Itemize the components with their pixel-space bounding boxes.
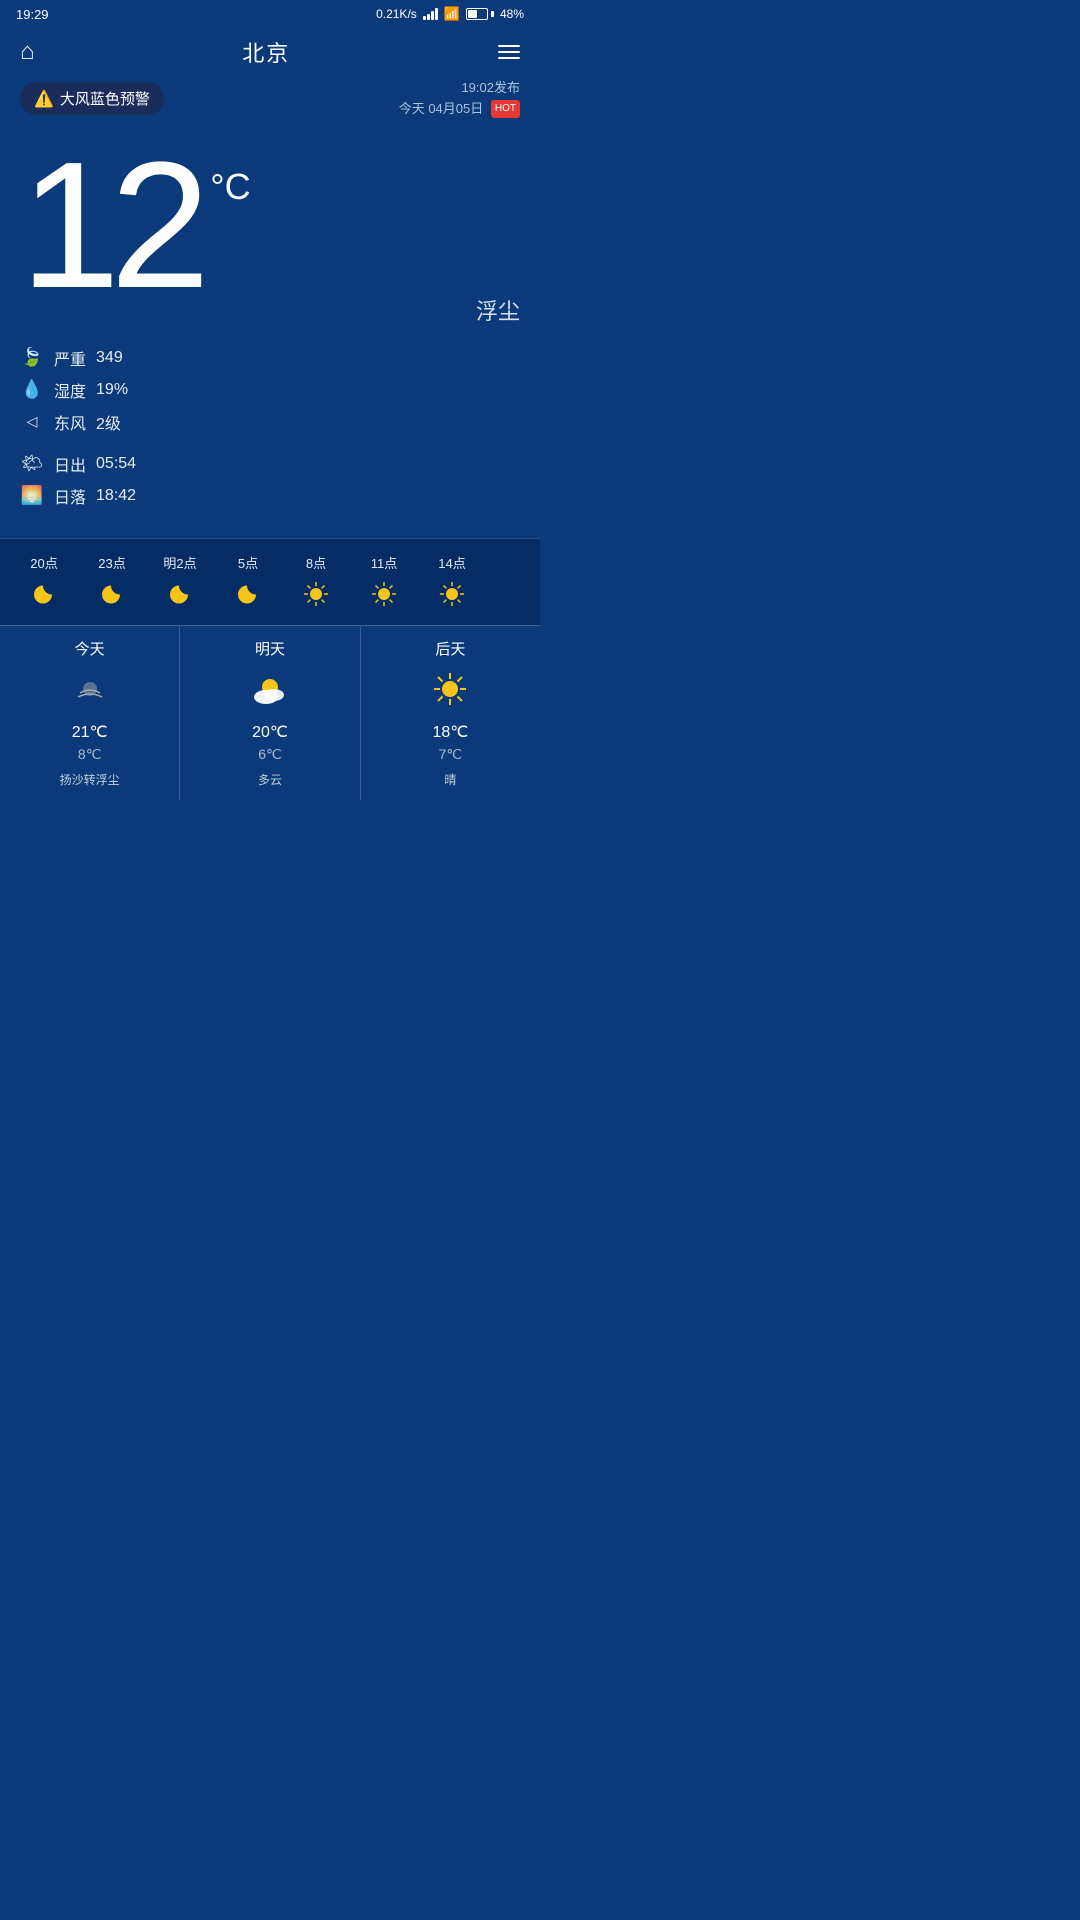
home-icon[interactable]: ⌂ xyxy=(20,38,35,66)
sun-icon xyxy=(370,580,398,611)
battery-percent: 48% xyxy=(500,7,524,21)
wind-row: ◁ 东风 2级 xyxy=(20,410,520,434)
daily-condition: 扬沙转浮尘 xyxy=(60,771,120,788)
humidity-value: 19% xyxy=(96,381,128,399)
moon-icon xyxy=(30,580,58,611)
humidity-icon: 💧 xyxy=(20,379,44,400)
sunset-icon: 🌅 xyxy=(20,485,44,506)
weather-stats: 🍃 严重 349 💧 湿度 19% ◁ 东风 2级 🌤 日出 05:54 🌅 日… xyxy=(0,316,540,518)
hourly-item: 11点 xyxy=(350,553,418,611)
status-time: 19:29 xyxy=(16,7,49,22)
weather-condition: 浮尘 xyxy=(476,294,520,326)
hourly-item: 20点 xyxy=(10,553,78,611)
hourly-item: 23点 xyxy=(78,553,146,611)
partly-cloudy-icon xyxy=(250,671,290,714)
alert-text: 大风蓝色预警 xyxy=(60,88,150,109)
leaf-icon: 🍃 xyxy=(20,347,44,368)
wifi-icon: 📶 xyxy=(444,6,460,22)
sunset-label: 日落 xyxy=(54,484,86,508)
aqi-label: 严重 xyxy=(54,346,86,370)
alert-badge[interactable]: ⚠️ 大风蓝色预警 xyxy=(20,82,164,115)
aqi-value: 349 xyxy=(96,349,123,367)
city-name: 北京 xyxy=(242,36,290,68)
humidity-row: 💧 湿度 19% xyxy=(20,378,520,402)
hot-badge: HOT xyxy=(491,100,520,118)
wind-icon: ◁ xyxy=(20,413,44,430)
sun-icon xyxy=(438,580,466,611)
hourly-time: 14点 xyxy=(438,553,465,572)
sun-icon xyxy=(302,580,330,611)
publish-time: 19:02发布 xyxy=(399,78,520,99)
moon-icon xyxy=(234,580,262,611)
daily-hi-temp: 20℃ xyxy=(252,722,288,742)
hourly-item: 明2点 xyxy=(146,553,214,611)
daily-condition: 晴 xyxy=(444,771,456,788)
daily-day-label: 今天 xyxy=(75,638,105,659)
sunrise-label: 日出 xyxy=(54,452,86,476)
hourly-item: 14点 xyxy=(418,553,486,611)
daily-lo-temp: 8℃ xyxy=(78,746,102,763)
sunrise-time: 05:54 xyxy=(96,455,136,473)
status-bar: 19:29 0.21K/s 📶 48% xyxy=(0,0,540,28)
hourly-item: 8点 xyxy=(282,553,350,611)
signal-icon xyxy=(423,8,438,20)
battery-icon xyxy=(466,8,494,20)
network-speed: 0.21K/s xyxy=(376,7,417,21)
alert-info: 19:02发布 今天 04月05日 HOT xyxy=(399,78,520,120)
sunset-time: 18:42 xyxy=(96,487,136,505)
alert-bar: ⚠️ 大风蓝色预警 19:02发布 今天 04月05日 HOT xyxy=(0,72,540,126)
moon-icon xyxy=(98,580,126,611)
hourly-item: 5点 xyxy=(214,553,282,611)
aqi-row: 🍃 严重 349 xyxy=(20,346,520,370)
hourly-time: 8点 xyxy=(306,553,326,572)
daily-item: 后天 18℃ 7℃ 晴 xyxy=(361,626,540,800)
daily-hi-temp: 21℃ xyxy=(72,722,108,742)
daily-lo-temp: 7℃ xyxy=(439,746,463,763)
hourly-forecast: 20点 23点 明2点 5点 8点 11点 14点 xyxy=(0,538,540,625)
sunrise-row: 🌤 日出 05:54 xyxy=(20,452,520,476)
main-temperature-area: 12 °C 浮尘 xyxy=(0,126,540,316)
warning-icon: ⚠️ xyxy=(34,89,54,109)
wind-level: 2级 xyxy=(96,410,121,434)
daily-item: 今天 21℃ 8℃ 扬沙转浮尘 xyxy=(0,626,180,800)
temperature-unit: °C xyxy=(210,166,250,208)
daily-lo-temp: 6℃ xyxy=(258,746,282,763)
daily-hi-temp: 18℃ xyxy=(432,722,468,742)
daily-forecast: 今天 21℃ 8℃ 扬沙转浮尘 明天 20℃ 6℃ 多云 后天 18℃ 7℃ 晴 xyxy=(0,625,540,800)
humidity-label: 湿度 xyxy=(54,378,86,402)
daily-item: 明天 20℃ 6℃ 多云 xyxy=(180,626,360,800)
hourly-time: 5点 xyxy=(238,553,258,572)
hourly-time: 20点 xyxy=(30,553,57,572)
daily-day-label: 明天 xyxy=(255,638,285,659)
hourly-time: 明2点 xyxy=(163,553,196,572)
hourly-scroll[interactable]: 20点 23点 明2点 5点 8点 11点 14点 xyxy=(0,539,540,625)
sunset-row: 🌅 日落 18:42 xyxy=(20,484,520,508)
temperature-value: 12 xyxy=(20,136,200,316)
dusty-icon xyxy=(72,671,108,714)
moon-icon xyxy=(166,580,194,611)
daily-condition: 多云 xyxy=(258,771,282,788)
sunrise-icon: 🌤 xyxy=(20,453,44,474)
alert-date: 今天 04月05日 HOT xyxy=(399,99,520,120)
hourly-time: 23点 xyxy=(98,553,125,572)
wind-direction: 东风 xyxy=(54,410,86,434)
sunny-icon xyxy=(432,671,468,714)
status-right: 0.21K/s 📶 48% xyxy=(376,6,524,22)
hourly-time: 11点 xyxy=(371,553,398,572)
header: ⌂ 北京 xyxy=(0,28,540,72)
daily-day-label: 后天 xyxy=(435,638,465,659)
menu-button[interactable] xyxy=(498,45,520,59)
